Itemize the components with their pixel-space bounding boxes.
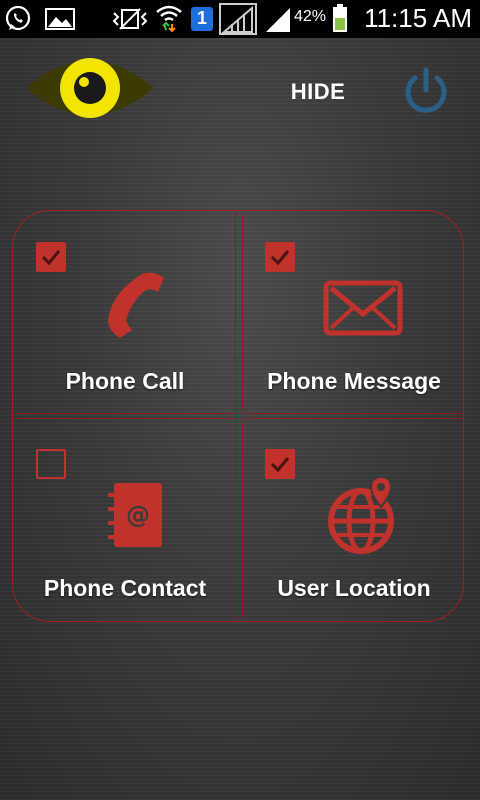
svg-text:@: @ bbox=[126, 501, 150, 529]
option-phone-contact[interactable]: @ Phone Contact bbox=[14, 418, 236, 620]
whatsapp-icon bbox=[4, 5, 32, 38]
phone-message-label: Phone Message bbox=[267, 368, 441, 394]
options-panel: Phone Call Phone Message @ Phone Contact… bbox=[12, 210, 466, 624]
sim-number: 1 bbox=[196, 8, 207, 28]
envelope-icon bbox=[323, 280, 403, 341]
option-phone-message[interactable]: Phone Message bbox=[242, 212, 464, 414]
user-location-label: User Location bbox=[277, 575, 431, 601]
image-icon bbox=[44, 6, 76, 37]
phone-message-checkbox[interactable] bbox=[265, 242, 295, 272]
signal-icon bbox=[264, 6, 292, 39]
phone-call-label: Phone Call bbox=[65, 368, 185, 394]
globe-location-icon bbox=[327, 475, 403, 560]
no-signal-icon bbox=[218, 2, 258, 41]
address-book-icon: @ bbox=[106, 481, 164, 554]
sim-icon: 1 bbox=[190, 6, 214, 37]
eye-icon bbox=[24, 52, 156, 129]
power-icon[interactable] bbox=[398, 64, 454, 125]
status-clock: 11:15 AM bbox=[364, 3, 472, 33]
phone-contact-label: Phone Contact bbox=[43, 575, 207, 601]
status-bar: 1 42% 11:15 AM bbox=[0, 0, 480, 38]
phone-icon bbox=[102, 270, 166, 345]
vibrate-icon bbox=[112, 7, 148, 36]
phone-call-checkbox[interactable] bbox=[36, 242, 66, 272]
phone-contact-checkbox[interactable] bbox=[36, 449, 66, 479]
hide-button[interactable]: HIDE bbox=[280, 72, 356, 112]
battery-icon bbox=[332, 3, 348, 38]
wifi-icon bbox=[154, 2, 184, 37]
option-user-location[interactable]: User Location bbox=[242, 418, 464, 620]
user-location-checkbox[interactable] bbox=[265, 449, 295, 479]
battery-percent: 42% bbox=[294, 8, 327, 25]
option-phone-call[interactable]: Phone Call bbox=[14, 212, 236, 414]
